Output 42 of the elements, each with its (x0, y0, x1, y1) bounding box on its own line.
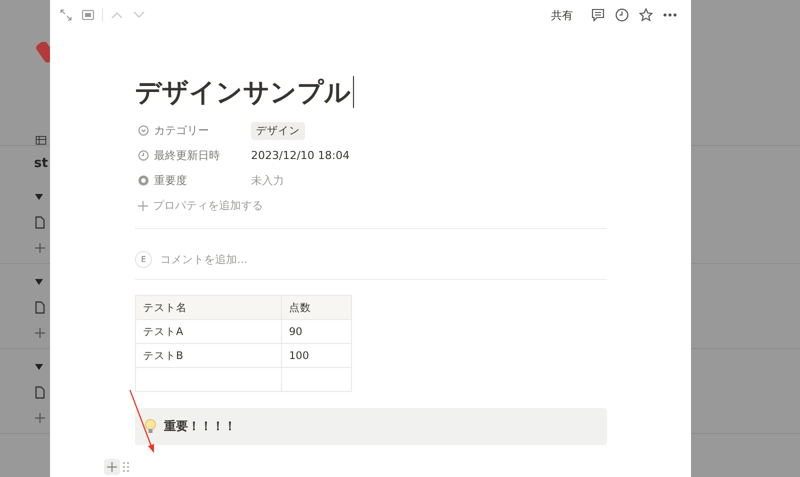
table-cell[interactable]: 100 (282, 344, 352, 368)
property-label[interactable]: カテゴリー (154, 123, 209, 138)
plus-icon (35, 242, 45, 253)
history-button[interactable] (613, 6, 631, 24)
comment-button[interactable] (589, 6, 607, 24)
triangle-icon[interactable] (35, 194, 43, 200)
property-label[interactable]: 重要度 (154, 173, 187, 188)
share-button[interactable]: 共有 (547, 6, 577, 24)
document-icon (35, 386, 45, 399)
callout-text: 重要！！！！ (164, 418, 236, 435)
table-cell[interactable]: テストA (136, 320, 282, 344)
table-cell[interactable]: 90 (282, 320, 352, 344)
plus-icon (35, 412, 45, 423)
table-cell[interactable]: テストB (136, 344, 282, 368)
expand-button[interactable] (58, 7, 74, 23)
document-icon (35, 300, 45, 314)
category-tag[interactable]: デザイン (251, 122, 305, 140)
table-icon (35, 136, 47, 145)
light-bulb-icon (145, 419, 156, 434)
document-icon (35, 216, 45, 229)
dropdown-icon (138, 125, 149, 136)
triangle-icon[interactable] (35, 364, 43, 370)
column-header[interactable]: 点数 (282, 296, 352, 320)
drag-handle-icon[interactable] (123, 461, 129, 473)
section-heading: st (34, 156, 48, 171)
more-icon (663, 13, 677, 17)
property-value: 2023/12/10 18:04 (251, 149, 350, 162)
page-title[interactable]: デザインサンプル (135, 74, 351, 110)
property-label[interactable]: 最終更新日時 (154, 148, 220, 163)
favorite-button[interactable] (637, 6, 655, 24)
empty-cell[interactable] (282, 368, 352, 392)
user-avatar: E (135, 250, 152, 268)
peek-mode-button[interactable] (80, 8, 96, 22)
plus-icon (138, 200, 148, 210)
status-icon (138, 175, 149, 186)
more-button[interactable] (661, 11, 679, 19)
clock-icon (138, 150, 149, 161)
triangle-icon[interactable] (35, 279, 43, 285)
column-header[interactable]: テスト名 (136, 296, 282, 320)
plus-icon (35, 328, 45, 338)
add-block-button[interactable] (104, 459, 120, 475)
empty-cell[interactable] (136, 368, 282, 392)
